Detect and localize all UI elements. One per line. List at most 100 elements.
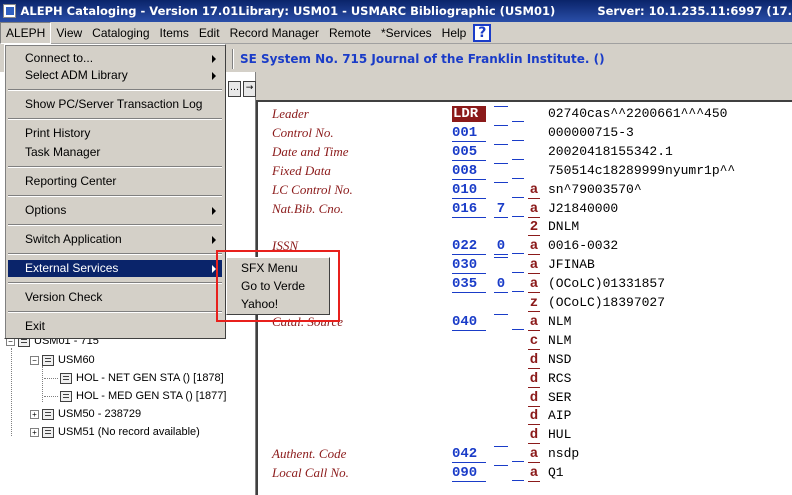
menu-item-print-history[interactable]: Print History [8, 125, 222, 142]
indicator-2[interactable] [512, 163, 524, 179]
tree-node-usm51[interactable]: + USM51 (No record available) [30, 426, 200, 438]
marc-field-row[interactable]: Authent. Code 042 a nsdp [258, 446, 792, 465]
menu-aleph[interactable]: ALEPH [0, 21, 52, 44]
menu-record-manager[interactable]: Record Manager [225, 23, 324, 43]
menu-item-connect-to[interactable]: Connect to... [8, 50, 222, 67]
help-icon[interactable]: ? [473, 23, 492, 42]
field-tag[interactable]: 040 [452, 314, 486, 331]
expand-icon[interactable]: + [30, 409, 39, 419]
field-tag[interactable]: 016 [452, 201, 486, 218]
indicator-2[interactable] [512, 314, 524, 330]
tree-node-hol-net[interactable]: HOL - NET GEN STA () [1878] [60, 372, 224, 384]
indicator-2[interactable] [512, 446, 524, 463]
field-tag[interactable]: 001 [452, 125, 486, 142]
indicator-1[interactable] [494, 257, 508, 259]
marc-field-row[interactable]: Leader LDR 02740cas^^2200661^^^450 [258, 106, 792, 125]
indicator-1[interactable] [494, 106, 508, 107]
go-button[interactable]: → [243, 81, 256, 97]
indicator-1[interactable]: 0 [494, 276, 508, 294]
subfield-code[interactable]: c [528, 333, 540, 350]
subfield-code[interactable]: a [528, 446, 540, 464]
browse-button[interactable]: … [228, 81, 241, 97]
field-value[interactable]: NLM [548, 314, 571, 329]
indicator-2[interactable] [512, 201, 524, 217]
marc-field-row[interactable]: d RCS [258, 371, 792, 390]
subfield-code[interactable]: d [528, 352, 540, 369]
indicator-2[interactable] [512, 276, 524, 293]
menu-item-exit[interactable]: Exit [8, 318, 222, 335]
marc-field-row[interactable]: d HUL [258, 427, 792, 446]
indicator-1[interactable] [494, 181, 508, 183]
indicator-1[interactable] [494, 143, 508, 145]
menu-item-select-adm[interactable]: Select ADM Library [8, 67, 222, 84]
marc-field-row[interactable]: LC Control No. 010 a sn^79003570^ [258, 181, 792, 201]
menu-item-switch-application[interactable]: Switch Application [8, 231, 222, 248]
indicator-1[interactable] [494, 313, 508, 315]
subfield-code[interactable]: a [528, 465, 540, 483]
indicator-2[interactable] [512, 144, 524, 160]
indicator-2[interactable] [512, 106, 524, 122]
indicator-1[interactable] [494, 162, 508, 164]
field-value[interactable]: NSD [548, 352, 571, 367]
indicator-2[interactable] [512, 125, 524, 141]
indicator-2[interactable] [512, 257, 524, 274]
subfield-code[interactable]: a [528, 257, 540, 275]
field-tag[interactable]: 008 [452, 163, 486, 180]
menu-view[interactable]: View [51, 23, 87, 43]
subfield-code[interactable]: d [528, 390, 540, 407]
marc-field-row[interactable]: Date and Time 005 20020418155342.1 [258, 143, 792, 163]
field-value[interactable]: 20020418155342.1 [548, 144, 673, 159]
subfield-code[interactable]: d [528, 371, 540, 388]
field-value[interactable]: nsdp [548, 446, 579, 461]
indicator-2[interactable] [512, 238, 524, 255]
menu-item-task-manager[interactable]: Task Manager [8, 144, 222, 161]
menu-item-external-services[interactable]: External Services [8, 260, 222, 277]
expand-icon[interactable]: + [30, 427, 39, 437]
marc-field-row[interactable]: d SER [258, 390, 792, 409]
field-value[interactable]: SER [548, 390, 571, 405]
field-value[interactable]: HUL [548, 427, 571, 442]
marc-field-row[interactable]: 2 DNLM [258, 219, 792, 238]
field-value[interactable]: JFINAB [548, 257, 595, 272]
subfield-code[interactable]: 2 [528, 219, 540, 237]
indicator-1[interactable] [494, 465, 508, 467]
subfield-code[interactable]: d [528, 408, 540, 426]
indicator-2[interactable] [512, 465, 524, 482]
menu-item-reporting-center[interactable]: Reporting Center [8, 173, 222, 190]
tree-node-hol-med[interactable]: HOL - MED GEN STA () [1877] [60, 390, 226, 402]
field-tag[interactable]: 010 [452, 182, 486, 199]
marc-field-row[interactable]: Nat.Bib. Cno. 016 7 a J21840000 [258, 201, 792, 220]
field-value[interactable]: Q1 [548, 465, 564, 480]
marc-field-row[interactable]: Fixed Data 008 750514c18289999nyumr1p^^ [258, 162, 792, 182]
tree-node-usm60[interactable]: − USM60 [30, 354, 95, 366]
field-value[interactable]: 750514c18289999nyumr1p^^ [548, 163, 735, 178]
marc-field-row[interactable]: d NSD [258, 352, 792, 371]
menu-remote[interactable]: Remote [324, 23, 376, 43]
marc-field-row[interactable]: Control No. 001 000000715-3 [258, 124, 792, 144]
field-tag[interactable]: 090 [452, 465, 486, 483]
menu-help[interactable]: Help [437, 23, 472, 43]
subfield-code[interactable]: d [528, 427, 540, 445]
subfield-code[interactable]: a [528, 276, 540, 294]
field-tag[interactable]: 030 [452, 257, 486, 275]
field-tag[interactable]: LDR [452, 106, 486, 122]
field-value[interactable]: RCS [548, 371, 571, 386]
field-value[interactable]: NLM [548, 333, 571, 348]
field-tag[interactable]: 005 [452, 144, 486, 161]
subfield-code[interactable]: a [528, 238, 540, 256]
field-value[interactable]: 0016-0032 [548, 238, 618, 253]
indicator-1[interactable]: 0 [494, 238, 508, 256]
field-value[interactable]: AIP [548, 408, 571, 423]
subfield-code[interactable]: a [528, 182, 540, 199]
indicator-1[interactable] [494, 124, 508, 126]
field-value[interactable]: 000000715-3 [548, 125, 634, 140]
indicator-2[interactable] [512, 182, 524, 198]
subfield-code[interactable]: z [528, 295, 540, 312]
menu-services[interactable]: *Services [376, 23, 437, 43]
menu-items[interactable]: Items [155, 23, 194, 43]
marc-field-row[interactable]: d AIP [258, 408, 792, 427]
indicator-1[interactable] [494, 446, 508, 448]
field-tag[interactable]: 022 [452, 238, 486, 256]
menu-item-transaction-log[interactable]: Show PC/Server Transaction Log [8, 96, 222, 113]
marc-field-row[interactable]: c NLM [258, 333, 792, 352]
